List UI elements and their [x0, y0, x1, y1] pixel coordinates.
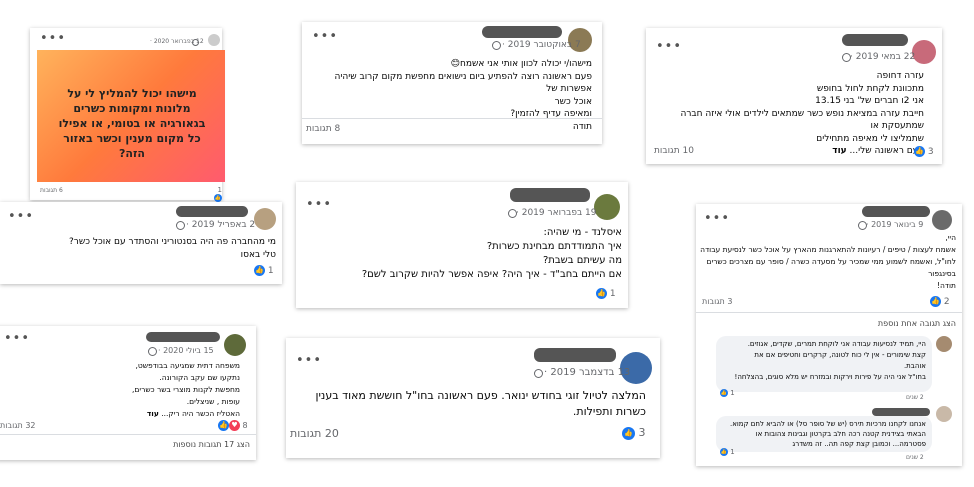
- post-text: מישהו יכול להמליץ לי על מלונות ומקומות כ…: [58, 87, 206, 160]
- post-date: 15 ביולי 2020 ·: [158, 346, 214, 355]
- more-options-icon[interactable]: •••: [8, 210, 34, 223]
- globe-icon: [508, 209, 517, 218]
- globe-icon: [192, 39, 199, 46]
- see-more-link[interactable]: עוד: [832, 146, 846, 156]
- divider: [302, 118, 602, 119]
- post-card-singapore: ••• 9 בינואר 2019 · היי, אשמח לעצות / טי…: [696, 204, 962, 466]
- avatar: [224, 334, 246, 356]
- avatar: [594, 194, 620, 220]
- post-text: מישהו/י יכולה לכוון אותי אני אשמח😊 פעם ר…: [334, 59, 592, 132]
- like-icon: 👍: [218, 420, 229, 431]
- like-count: 2 👍: [930, 296, 950, 307]
- like-count: 8 ♥👍: [218, 420, 248, 431]
- comments-count[interactable]: 8 תגובות: [306, 124, 340, 134]
- more-options-icon[interactable]: •••: [40, 32, 66, 45]
- avatar: [912, 40, 936, 64]
- divider: [696, 312, 962, 313]
- more-options-icon[interactable]: •••: [656, 40, 682, 53]
- comments-count[interactable]: 6 תגובות: [40, 187, 63, 194]
- post-card-budapest: ••• 15 ביולי 2020 · משפחה דתית שמגיעה בב…: [0, 326, 256, 460]
- comments-count[interactable]: 32 תגובות: [0, 421, 36, 430]
- like-count: 1 👍: [254, 265, 274, 276]
- like-icon: 👍: [914, 146, 925, 157]
- more-options-icon[interactable]: •••: [704, 212, 730, 225]
- more-options-icon[interactable]: •••: [312, 30, 338, 43]
- author-name-redacted: [534, 348, 616, 362]
- like-icon: 👍: [720, 448, 728, 456]
- post-card-georgia: ••• 12 בפברואר 2020 · מישהו יכול להמליץ …: [30, 28, 225, 202]
- globe-icon: [176, 221, 185, 230]
- author-name-redacted: [176, 206, 248, 217]
- like-count: 1 👍: [596, 288, 616, 299]
- comments-count[interactable]: 20 תגובות: [290, 427, 339, 440]
- like-icon: 👍: [214, 194, 222, 202]
- author-name-redacted: [862, 206, 930, 217]
- avatar: [254, 208, 276, 230]
- see-more-link[interactable]: עוד: [147, 409, 159, 418]
- post-date: 22 במאי 2019 ·: [850, 52, 916, 62]
- like-icon: 👍: [254, 265, 265, 276]
- author-name-redacted: [482, 26, 562, 38]
- show-more-comments[interactable]: הצג 17 תגובות נוספות: [173, 440, 250, 449]
- globe-icon: [858, 221, 867, 230]
- post-card-santorini: ••• 2 באפריל 2019 · מי מהחברה פה היה בסנ…: [0, 202, 282, 284]
- post-text: עזרה דחופה מתכוונת לקחת לחול בחופש אני 2…: [680, 71, 924, 156]
- more-options-icon[interactable]: •••: [306, 198, 332, 211]
- like-count: 3 👍: [622, 426, 646, 440]
- avatar: [208, 34, 220, 46]
- post-card-couple-trip: ••• 13 בדצמבר 2019 · המלצה לטיול זוגי בח…: [286, 338, 660, 458]
- like-icon: 👍: [720, 389, 728, 397]
- globe-icon: [148, 347, 157, 356]
- post-date: 2 באפריל 2019 ·: [186, 220, 256, 230]
- post-date: 13 בדצמבר 2019 ·: [544, 367, 631, 378]
- commenter-name-redacted: [872, 408, 930, 416]
- author-name-redacted: [510, 188, 590, 202]
- commenter-avatar: [936, 336, 952, 352]
- post-card-urgent-help: ••• 22 במאי 2019 · עזרה דחופה מתכוונת לק…: [646, 28, 942, 164]
- reply-time: 2 שנים: [906, 454, 924, 461]
- reply-time: 2 שנים: [906, 394, 924, 401]
- author-name-redacted: [146, 332, 220, 342]
- post-text: מי מהחברה פה היה בסנטוריני והסתדר עם אוכ…: [69, 237, 276, 260]
- post-date: 7 באוקטובר 2019 ·: [502, 40, 581, 50]
- globe-icon: [842, 53, 851, 62]
- comments-count[interactable]: 3 תגובות: [702, 297, 732, 306]
- reply-comment: היי, תמיד לנסיעות עבודה אני לוקחת תמרים,…: [716, 336, 932, 392]
- author-name-redacted: [842, 34, 908, 46]
- show-more-comments[interactable]: הצג תגובה אחת נוספת: [878, 319, 956, 328]
- reply-like-count: 1 👍: [720, 389, 735, 397]
- avatar: [932, 210, 952, 230]
- post-text: היי, אשמח לעצות / טיפים / רעיונות להתארג…: [700, 233, 956, 290]
- like-icon: 👍: [596, 288, 607, 299]
- commenter-avatar: [936, 406, 952, 422]
- post-card-anniversary: ••• 7 באוקטובר 2019 · מישהו/י יכולה לכוו…: [302, 22, 602, 144]
- like-count: 1 👍: [214, 186, 222, 202]
- post-date: 9 בינואר 2019 ·: [866, 220, 924, 229]
- globe-icon: [534, 369, 543, 378]
- like-count: 3 👍: [914, 146, 934, 157]
- divider: [0, 434, 256, 435]
- post-card-iceland: ••• 19 בפברואר 2019 · איסלנד - מי שהיה: …: [296, 182, 628, 308]
- post-date: 19 בפברואר 2019 ·: [516, 208, 597, 218]
- comments-count[interactable]: 10 תגובות: [654, 146, 694, 156]
- love-icon: ♥: [229, 420, 240, 431]
- like-icon: 👍: [930, 296, 941, 307]
- post-text: משפחה דתית שמגיעה בבודפשט, נתקעו שם עקב …: [132, 361, 240, 418]
- globe-icon: [492, 41, 501, 50]
- like-icon: 👍: [622, 426, 635, 440]
- reply-comment: אנחנו לקחנו מרכיות תירס (יש של סופר סל) …: [716, 416, 932, 452]
- reply-like-count: 1 👍: [720, 448, 735, 456]
- more-options-icon[interactable]: •••: [4, 332, 30, 345]
- post-text: המלצה לטיול זוגי בחודש ינואר. פעם ראשונה…: [315, 389, 646, 418]
- more-options-icon[interactable]: •••: [296, 354, 322, 367]
- post-text: איסלנד - מי שהיה: איך התמודדתם מבחינת כש…: [361, 227, 622, 280]
